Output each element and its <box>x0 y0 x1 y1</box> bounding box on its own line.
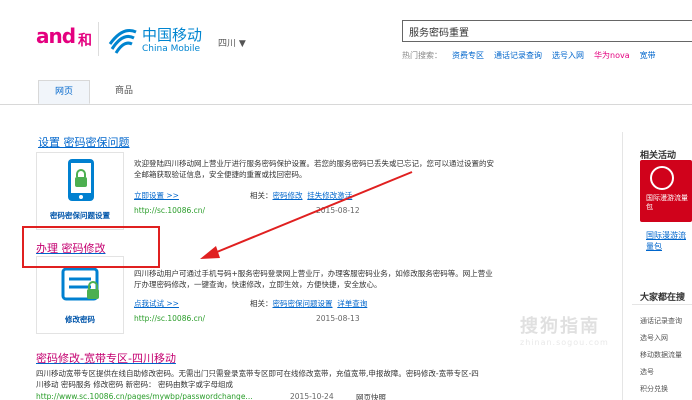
banner-text: 国际漫游流量包 <box>646 194 688 211</box>
logo-divider <box>98 22 99 56</box>
annotation-arrow-icon <box>200 171 413 259</box>
result-action-row: 点我试试 >> <box>134 298 179 309</box>
roaming-banner[interactable]: 国际漫游流量包 <box>640 160 692 222</box>
related-label: 相关： <box>250 299 273 308</box>
hot-link-huawei[interactable]: 华为nova <box>594 51 630 60</box>
result-snippet: 四川移动宽带专区提供在线自助修改密码。无需出门只需登录宽带专区即可在线修改宽带，… <box>36 369 479 389</box>
related-link-bill-details[interactable]: 详单查询 <box>337 299 367 308</box>
result-date: 2015-10-24 <box>290 392 334 400</box>
brand-english-name: China Mobile <box>142 44 201 54</box>
hot-link-number-select[interactable]: 选号入网 <box>552 51 584 60</box>
hot-link-broadband[interactable]: 宽带 <box>640 51 656 60</box>
hot-link-fees[interactable]: 资费专区 <box>452 51 484 60</box>
watermark-title: 搜狗指南 <box>520 316 600 337</box>
tabs-divider <box>0 104 692 105</box>
snapshot-link[interactable]: 网页快照 <box>356 392 386 400</box>
highlight-box <box>22 226 160 268</box>
watermark: 搜狗指南 zhinan.sogou.com <box>520 312 692 368</box>
tab-web[interactable]: 网页 <box>38 80 90 104</box>
sidebar-item-select[interactable]: 选号 <box>640 367 654 377</box>
brand-name: 中国移动 <box>142 26 203 44</box>
result-url[interactable]: http://sc.10086.cn/ <box>134 314 205 323</box>
result-title-security-question[interactable]: 设置 密码密保问题 <box>38 134 130 150</box>
banner-link[interactable]: 国际漫游流量包 <box>646 230 692 252</box>
sidebar-item-points[interactable]: 积分兑换 <box>640 384 668 394</box>
title-keyword: 密码修改-宽带专区-四川移动 <box>36 352 176 365</box>
sidebar-search-title: 大家都在搜 <box>640 293 686 303</box>
result-title-broadband[interactable]: 密码修改-宽带专区-四川移动 <box>36 350 176 366</box>
he-logo: 和 <box>78 33 92 49</box>
related-links: 相关：密码密保问题设置 详单查询 <box>250 298 367 309</box>
phone-lock-icon <box>68 159 94 201</box>
globe-icon <box>650 166 674 190</box>
result-date: 2015-08-13 <box>316 314 360 323</box>
watermark-sub: zhinan.sogou.com <box>520 338 609 347</box>
page: and 和 中国移动 China Mobile 四川 ▼ 热门搜索： 资费专区 通话… <box>0 0 692 400</box>
hot-search: 热门搜索： 资费专区 通话记录查询 选号入网 华为nova 宽带 <box>402 50 656 61</box>
and-logo[interactable]: and <box>36 24 76 48</box>
province-dropdown[interactable]: 四川 ▼ <box>218 36 246 49</box>
tab-products[interactable]: 商品 <box>98 80 150 104</box>
china-mobile-logo-icon[interactable] <box>106 22 140 56</box>
result-url[interactable]: http://www.sc.10086.cn/pages/mywbp/passw… <box>36 392 253 400</box>
hot-search-label: 热门搜索： <box>402 51 442 60</box>
sidebar-rule <box>632 304 692 305</box>
action-link-try[interactable]: 点我试试 >> <box>134 299 179 308</box>
search-input[interactable] <box>402 20 692 42</box>
hot-link-call-records[interactable]: 通话记录查询 <box>494 51 542 60</box>
thumbnail-caption: 修改密码 <box>65 315 95 324</box>
thumbnail-caption: 密码密保问题设置 <box>50 211 110 220</box>
related-link-security-question[interactable]: 密码密保问题设置 <box>273 299 333 308</box>
result-snippet: 四川移动用户可通过手机号码+服务密码登录网上营业厅，办理客服密码业务，如修改服务… <box>134 269 493 289</box>
